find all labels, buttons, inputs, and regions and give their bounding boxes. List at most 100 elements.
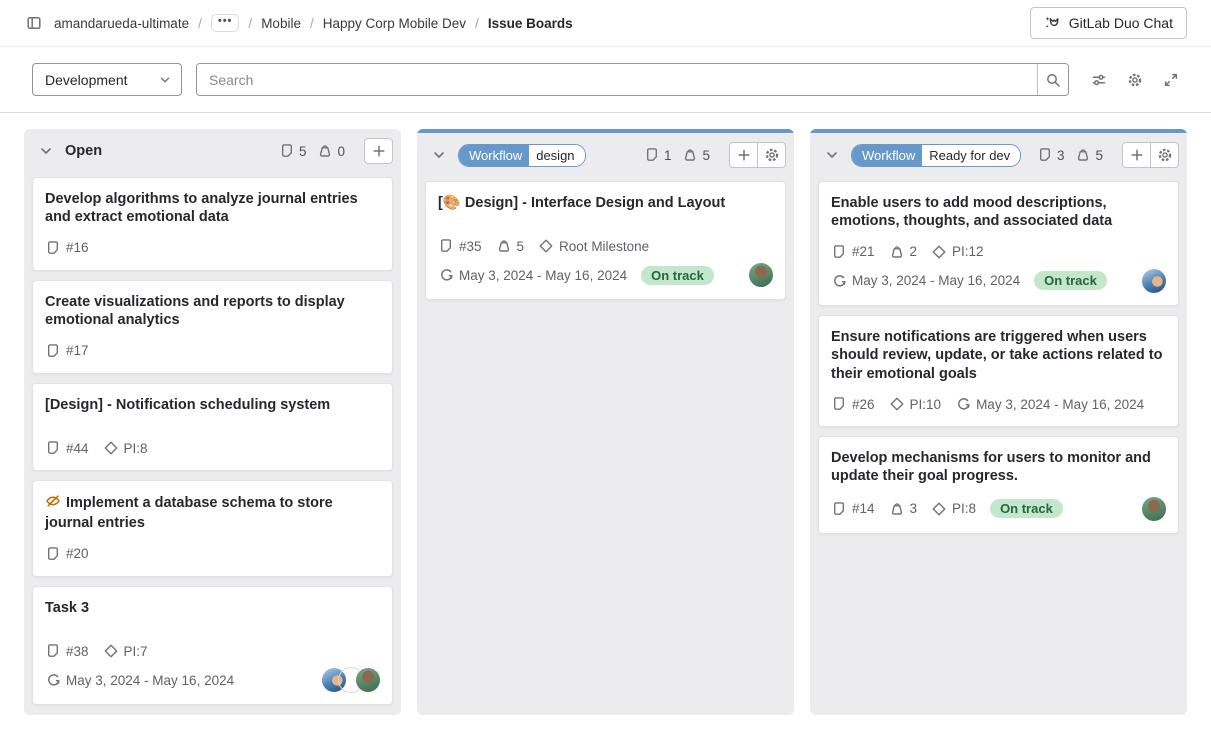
board-settings-button[interactable]: [1119, 64, 1151, 96]
gitlab-duo-chat-button[interactable]: GitLab Duo Chat: [1030, 7, 1187, 39]
issue-card[interactable]: Develop algorithms to analyze journal en…: [32, 177, 393, 271]
issue-type-icon: [45, 343, 61, 359]
collapse-column-button[interactable]: [822, 145, 842, 165]
milestone-label: PI:10: [910, 397, 942, 412]
weight-total: 0: [337, 144, 345, 159]
avatar[interactable]: [356, 668, 380, 692]
issue-weight: 5: [517, 239, 525, 254]
fullscreen-button[interactable]: [1155, 64, 1187, 96]
sidebar-toggle-icon[interactable]: [24, 13, 44, 33]
column-counts: 5 0: [279, 143, 345, 159]
weight-icon: [317, 143, 333, 159]
health-status-badge: On track: [990, 499, 1063, 518]
milestone-label: PI:8: [124, 441, 148, 456]
avatar[interactable]: [1142, 269, 1166, 293]
expand-icon: [1163, 72, 1179, 88]
column-header: Open 5 0: [24, 129, 401, 173]
scoped-label[interactable]: Workflow design: [458, 144, 586, 167]
scoped-label[interactable]: Workflow Ready for dev: [851, 144, 1021, 167]
weight-icon: [889, 244, 905, 260]
issue-count: 1: [664, 148, 672, 163]
milestone-label: PI:12: [952, 244, 984, 259]
issue-card[interactable]: Task 3 #38 PI:7 May 3, 2024 - May 16, 20…: [32, 586, 393, 705]
breadcrumb-root[interactable]: amandarueda-ultimate: [54, 16, 189, 31]
issue-count-icon: [279, 143, 295, 159]
issue-card[interactable]: Create visualizations and reports to dis…: [32, 280, 393, 374]
board-column-workflow-ready-for-dev: Workflow Ready for dev 3 5 Enable users …: [810, 129, 1187, 715]
new-issue-button[interactable]: [729, 142, 758, 168]
collapse-column-button[interactable]: [36, 141, 56, 161]
weight-total: 5: [1095, 148, 1103, 163]
breadcrumb-separator: /: [198, 16, 202, 31]
breadcrumb-project[interactable]: Happy Corp Mobile Dev: [323, 16, 466, 31]
iteration-icon: [438, 267, 454, 283]
column-card-list: Enable users to add mood descriptions, e…: [810, 177, 1187, 715]
confidential-icon: [45, 493, 61, 514]
milestone-icon: [931, 244, 947, 260]
issue-title: [🎨 Design] - Interface Design and Layout: [438, 194, 773, 212]
gear-icon: [1127, 72, 1143, 88]
issue-card[interactable]: [Design] - Notification scheduling syste…: [32, 383, 393, 471]
search-button[interactable]: [1037, 64, 1068, 95]
iteration-icon: [831, 273, 847, 289]
breadcrumb: amandarueda-ultimate / ••• / Mobile / Ha…: [54, 14, 573, 32]
milestone-icon: [103, 643, 119, 659]
search-group: [196, 63, 1069, 96]
issue-count-icon: [1037, 147, 1053, 163]
plus-icon: [736, 147, 752, 163]
issue-id: #44: [66, 441, 89, 456]
issue-card[interactable]: Enable users to add mood descriptions, e…: [818, 181, 1179, 306]
issue-title: Develop mechanisms for users to monitor …: [831, 449, 1166, 486]
issue-card[interactable]: Develop mechanisms for users to monitor …: [818, 436, 1179, 534]
milestone-label: PI:8: [952, 501, 976, 516]
issue-card[interactable]: [🎨 Design] - Interface Design and Layout…: [425, 181, 786, 300]
iteration-dates: May 3, 2024 - May 16, 2024: [66, 673, 234, 688]
issue-type-icon: [45, 643, 61, 659]
label-scope: Workflow: [459, 145, 529, 166]
avatar[interactable]: [1142, 497, 1166, 521]
top-bar: amandarueda-ultimate / ••• / Mobile / Ha…: [0, 0, 1211, 47]
search-input[interactable]: [197, 64, 1037, 95]
breadcrumb-group[interactable]: Mobile: [261, 16, 301, 31]
issue-type-icon: [831, 244, 847, 260]
issue-title: Create visualizations and reports to dis…: [45, 293, 380, 330]
iteration-dates: May 3, 2024 - May 16, 2024: [852, 273, 1020, 288]
milestone-label: Root Milestone: [559, 239, 649, 254]
new-issue-button[interactable]: [1122, 142, 1151, 168]
weight-icon: [682, 147, 698, 163]
milestone-icon: [889, 396, 905, 412]
iteration-dates: May 3, 2024 - May 16, 2024: [459, 268, 627, 283]
avatar[interactable]: [749, 263, 773, 287]
issue-title: Task 3: [45, 599, 380, 617]
milestone-icon: [103, 440, 119, 456]
column-settings-button[interactable]: [1150, 142, 1179, 168]
column-settings-button[interactable]: [757, 142, 786, 168]
chevron-down-icon: [431, 147, 447, 163]
board-name: Development: [45, 72, 128, 88]
issue-type-icon: [45, 440, 61, 456]
search-icon: [1045, 72, 1061, 88]
issue-card[interactable]: Ensure notifications are triggered when …: [818, 315, 1179, 427]
collapse-column-button[interactable]: [429, 145, 449, 165]
gear-icon: [764, 147, 780, 163]
board-config-button[interactable]: [1083, 64, 1115, 96]
board-switcher-dropdown[interactable]: Development: [32, 63, 182, 96]
gear-icon: [1157, 147, 1173, 163]
assignee-avatars: [1142, 269, 1166, 293]
issue-count: 3: [1057, 148, 1065, 163]
issue-id: #26: [852, 397, 875, 412]
new-issue-button[interactable]: [364, 138, 393, 164]
iteration-icon: [45, 672, 61, 688]
board-column-workflow-design: Workflow design 1 5 [🎨 Design] - Interfa…: [417, 129, 794, 715]
column-card-list: [🎨 Design] - Interface Design and Layout…: [417, 177, 794, 715]
issue-id: #16: [66, 240, 89, 255]
issue-card[interactable]: Implement a database schema to store jou…: [32, 480, 393, 577]
chevron-down-icon: [158, 73, 172, 87]
breadcrumb-ellipsis-button[interactable]: •••: [211, 14, 240, 32]
issue-type-icon: [45, 546, 61, 562]
issue-count-icon: [644, 147, 660, 163]
board-column-open: Open 5 0 Develop algorithms to analyze j…: [24, 129, 401, 715]
sliders-icon: [1091, 72, 1107, 88]
issue-title: Ensure notifications are triggered when …: [831, 328, 1166, 383]
weight-icon: [889, 501, 905, 517]
